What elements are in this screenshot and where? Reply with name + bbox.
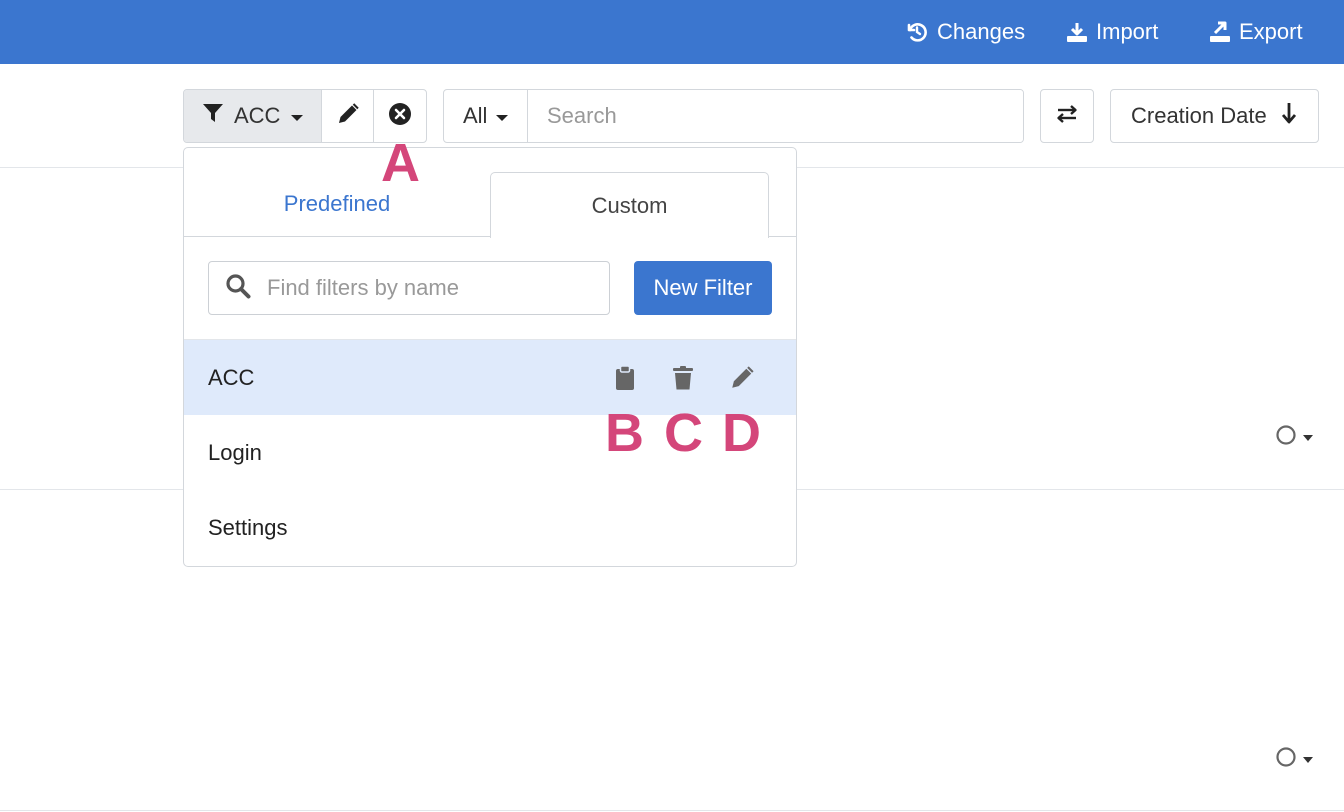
filter-item-label: Settings (208, 514, 288, 540)
search-input[interactable] (528, 90, 1023, 142)
trash-icon[interactable] (672, 365, 694, 397)
export-button[interactable]: Export (1209, 18, 1303, 46)
funnel-icon (202, 102, 224, 130)
import-button[interactable]: Import (1066, 18, 1158, 46)
new-filter-button[interactable]: New Filter (634, 261, 772, 315)
history-icon (905, 20, 929, 44)
filter-item-login[interactable]: Login (184, 415, 796, 490)
marker-b: B (605, 403, 644, 463)
filter-item-label: Login (208, 439, 262, 465)
caret-down-icon (290, 103, 304, 129)
caret-down-icon (495, 103, 509, 129)
sort-button[interactable]: Creation Date (1110, 89, 1319, 143)
top-bar: Changes Import Export (0, 0, 1344, 64)
row-divider (0, 810, 1344, 811)
filter-search-field (208, 261, 610, 315)
tab-custom[interactable]: Custom (490, 172, 769, 238)
close-circle-icon (388, 102, 412, 131)
changes-button[interactable]: Changes (905, 18, 1025, 46)
filter-item-label: ACC (208, 364, 255, 390)
circle-icon (1276, 747, 1296, 772)
arrow-down-icon (1281, 101, 1297, 131)
sort-label: Creation Date (1131, 103, 1267, 128)
swap-arrows-icon (1056, 104, 1078, 129)
caret-down-icon (1302, 429, 1314, 447)
filter-search-input[interactable] (265, 274, 585, 302)
caret-down-icon (1302, 751, 1314, 769)
import-icon (1066, 21, 1088, 43)
filter-select-label: ACC (234, 103, 281, 128)
circle-icon (1276, 425, 1296, 450)
clipboard-icon[interactable] (614, 365, 636, 397)
swap-button[interactable] (1040, 89, 1094, 143)
filter-select-button[interactable]: ACC (184, 90, 323, 142)
scope-label: All (463, 103, 488, 128)
edit-filter-button[interactable] (322, 90, 375, 142)
changes-label: Changes (937, 19, 1026, 44)
row-status-dropdown[interactable] (1276, 747, 1314, 772)
import-label: Import (1096, 19, 1159, 44)
marker-d: D (722, 403, 761, 463)
filter-item-acc[interactable]: ACC (184, 340, 796, 415)
export-icon (1209, 21, 1231, 43)
pencil-icon[interactable] (729, 365, 755, 397)
marker-a: A (381, 133, 420, 193)
pencil-icon (336, 102, 360, 131)
row-status-dropdown[interactable] (1276, 425, 1314, 450)
filter-item-settings[interactable]: Settings (184, 490, 796, 565)
search-icon (225, 273, 251, 304)
marker-c: C (664, 403, 703, 463)
filter-dropdown-panel: Predefined Custom New Filter ACC Login S… (183, 147, 797, 567)
scope-select[interactable]: All (444, 90, 528, 142)
export-label: Export (1239, 19, 1303, 44)
search-group: All (443, 89, 1024, 143)
tab-predefined[interactable]: Predefined (184, 172, 490, 236)
